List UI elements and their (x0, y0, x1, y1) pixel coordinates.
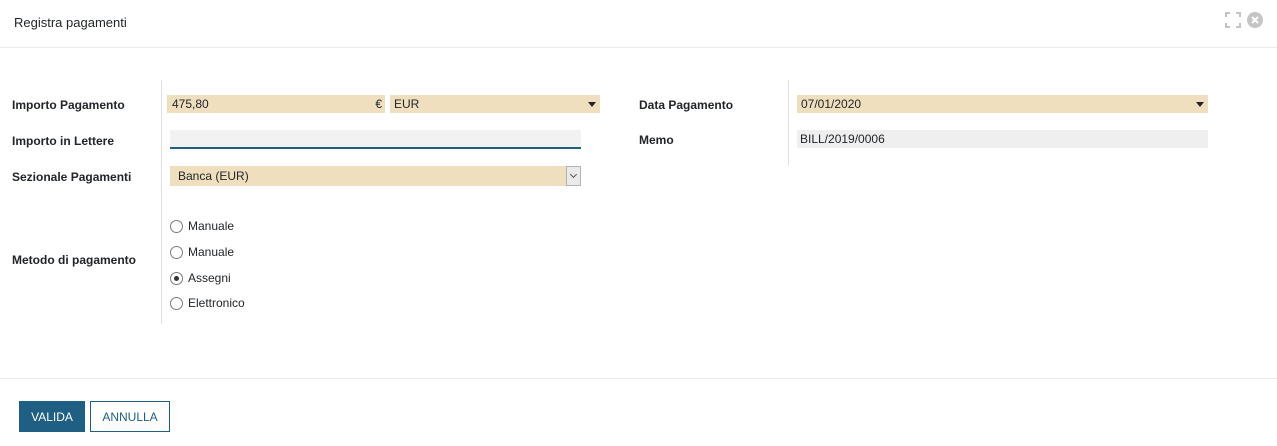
date-value: 07/01/2020 (801, 97, 862, 111)
amount-words-input[interactable] (170, 130, 581, 149)
journal-label: Sezionale Pagamenti (12, 170, 132, 184)
close-icon[interactable] (1247, 12, 1263, 28)
method-option-manual-2[interactable]: Manuale (170, 245, 234, 259)
modal-header: Registra pagamenti (0, 0, 1277, 48)
chevron-down-icon (588, 102, 596, 107)
amount-label: Importo Pagamento (12, 98, 125, 112)
cancel-button[interactable]: ANNULLA (90, 401, 170, 432)
right-column-divider (788, 80, 789, 166)
method-option-cheques[interactable]: Assegni (170, 271, 231, 285)
radio-button[interactable] (170, 219, 183, 233)
date-input[interactable]: 07/01/2020 (797, 95, 1208, 113)
method-option-electronic[interactable]: Elettronico (170, 296, 245, 310)
radio-button[interactable] (170, 296, 183, 310)
currency-value: EUR (394, 97, 420, 111)
method-option-label: Manuale (188, 245, 235, 259)
method-option-label: Manuale (188, 219, 235, 233)
modal-title: Registra pagamenti (14, 15, 127, 30)
journal-value: Banca (EUR) (178, 169, 249, 183)
expand-icon[interactable] (1225, 12, 1241, 28)
method-label: Metodo di pagamento (12, 253, 136, 267)
currency-symbol: € (375, 97, 382, 111)
memo-label: Memo (639, 133, 674, 147)
memo-field[interactable]: BILL/2019/0006 (797, 130, 1208, 148)
memo-value: BILL/2019/0006 (800, 132, 885, 146)
method-option-label: Assegni (188, 271, 231, 285)
chevron-down-icon[interactable] (566, 166, 581, 186)
left-column-divider (161, 80, 162, 324)
currency-select[interactable]: EUR (390, 95, 600, 113)
method-option-manual-1[interactable]: Manuale (170, 219, 234, 233)
amount-input[interactable]: 475,80 € (167, 95, 385, 113)
modal-footer (0, 378, 1277, 446)
radio-button[interactable] (170, 245, 183, 259)
radio-button-checked[interactable] (170, 271, 183, 285)
journal-select[interactable]: Banca (EUR) (170, 166, 581, 186)
chevron-down-icon (1196, 102, 1204, 107)
date-label: Data Pagamento (639, 98, 734, 112)
validate-button[interactable]: VALIDA (19, 401, 85, 432)
method-option-label: Elettronico (188, 296, 245, 310)
header-actions (1225, 12, 1263, 28)
amount-value: 475,80 (172, 97, 209, 111)
words-label: Importo in Lettere (12, 134, 115, 148)
